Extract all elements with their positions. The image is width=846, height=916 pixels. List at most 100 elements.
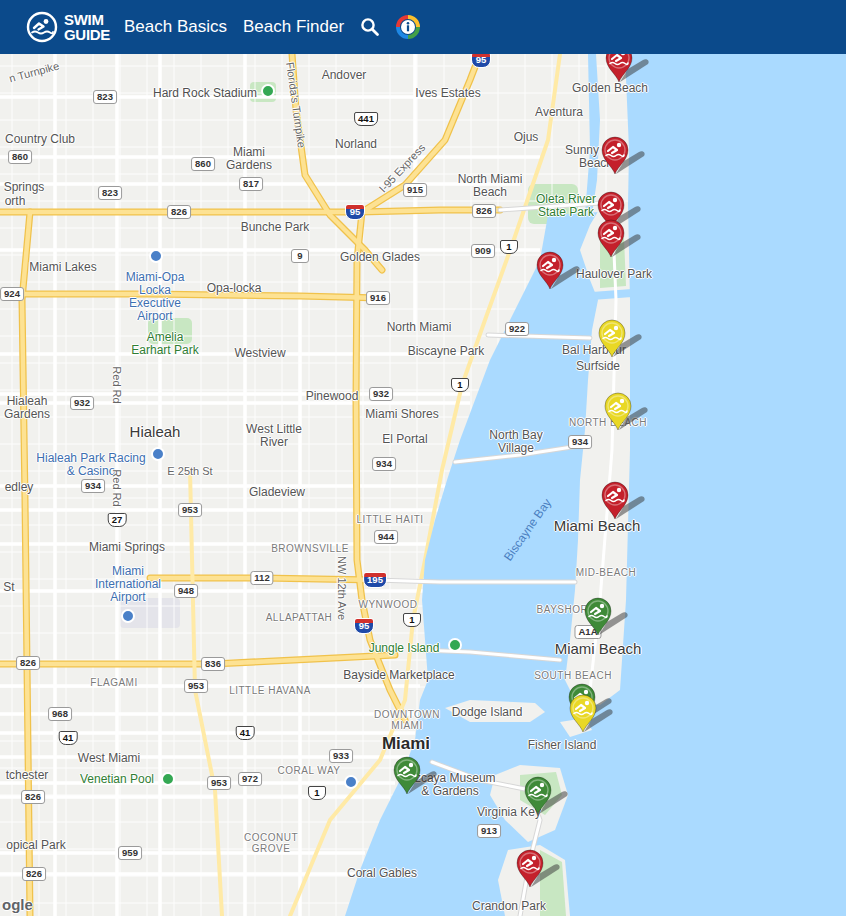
map-label: Hialeah <box>130 424 181 440</box>
map-label: Miami International Airport <box>88 565 168 604</box>
search-icon[interactable] <box>360 17 380 37</box>
map-label: WYNWOOD <box>358 599 417 610</box>
map-label: Fisher Island <box>528 739 597 752</box>
road-shield: 922 <box>505 322 529 336</box>
poi-marker-icon[interactable] <box>344 775 358 789</box>
map-label: Amelia Earhart Park <box>126 331 204 357</box>
road-shield: 948 <box>174 584 198 598</box>
beach-pin[interactable] <box>515 849 563 893</box>
road-shield: 826 <box>472 204 496 218</box>
beach-pin[interactable] <box>600 136 648 180</box>
map-label: Pinewood <box>306 390 359 403</box>
road-shield: 968 <box>48 707 72 721</box>
map-label: Coral Gables <box>347 867 417 880</box>
road-shield: 95 <box>471 54 491 68</box>
road-shield: 959 <box>118 846 142 860</box>
road-shield: 953 <box>207 776 231 790</box>
road-shield: 934 <box>81 479 105 493</box>
beach-pin[interactable] <box>535 251 583 295</box>
map-label: North Bay Village <box>483 429 549 455</box>
road-shield: 817 <box>239 177 263 191</box>
map-label: DOWNTOWN MIAMI <box>372 709 442 731</box>
poi-marker-icon[interactable] <box>149 249 163 263</box>
map-attribution: ogle <box>2 896 33 913</box>
map-label: Miami Lakes <box>29 261 96 274</box>
map-label: Norland <box>335 138 377 151</box>
road-shield: 924 <box>0 287 24 301</box>
road-shield: 9 <box>291 249 309 263</box>
map-label: LITTLE HAVANA <box>229 685 311 696</box>
road-shield: 1 <box>308 786 326 800</box>
beach-pin[interactable] <box>523 776 571 820</box>
map-label: North Miami Beach <box>450 173 530 199</box>
map-label: Jungle Island <box>369 642 440 655</box>
map-label: Virginia Key <box>477 806 541 819</box>
beach-pin[interactable] <box>604 54 652 88</box>
map-label: opical Park <box>6 839 65 852</box>
top-bar: SWIMGUIDE Beach Basics Beach Finder <box>0 0 846 54</box>
road-shield: 932 <box>70 396 94 410</box>
map-label: Ives Estates <box>415 87 480 100</box>
map-label: Red Rd <box>111 469 123 506</box>
road-shield: 41 <box>59 731 78 745</box>
road-shield: 913 <box>477 824 501 838</box>
logo[interactable]: SWIMGUIDE <box>26 11 110 43</box>
beach-map[interactable]: 9582344186086081782382695915826990919169… <box>0 54 846 916</box>
beach-pin[interactable] <box>596 219 644 263</box>
map-label: Venetian Pool <box>80 773 154 786</box>
poi-marker-icon[interactable] <box>151 447 165 461</box>
map-label: Haulover Park <box>576 268 652 281</box>
road-shield: 953 <box>184 679 208 693</box>
road-shield: 95 <box>354 618 374 634</box>
road-shield: 860 <box>191 157 215 171</box>
road-shield: 934 <box>568 435 592 449</box>
map-label: Bunche Park <box>241 221 310 234</box>
beach-pin[interactable] <box>583 597 631 641</box>
poi-marker-icon[interactable] <box>448 638 462 652</box>
road-shield: 836 <box>201 657 225 671</box>
beach-pin[interactable] <box>568 694 616 738</box>
road-shield: 916 <box>366 291 390 305</box>
road-shield: 441 <box>354 112 378 126</box>
road-shield: 195 <box>363 572 387 588</box>
map-label: ALLAPATTAH <box>266 612 333 623</box>
map-label: edley <box>5 481 34 494</box>
map-label: CORAL WAY <box>277 765 340 776</box>
map-label: FLAGAMI <box>90 677 137 688</box>
road-shield: 915 <box>403 183 427 197</box>
road-shield: 1 <box>451 378 469 392</box>
nav-link[interactable]: Beach Basics <box>124 17 227 37</box>
poi-marker-icon[interactable] <box>261 84 275 98</box>
road-shield: 933 <box>329 749 353 763</box>
poi-marker-icon[interactable] <box>121 609 135 623</box>
map-label: LITTLE HAITI <box>356 514 423 525</box>
swimmer-logo-icon <box>26 11 58 43</box>
beach-pin[interactable] <box>597 319 645 363</box>
map-label: tchester <box>6 769 49 782</box>
road-shield: 860 <box>8 150 32 164</box>
beach-pin[interactable] <box>392 756 440 800</box>
poi-marker-icon[interactable] <box>161 772 175 786</box>
swim-guide-page: SWIMGUIDEBeach BasicsBeach Finder9582344… <box>0 0 846 916</box>
road-shield: 953 <box>178 503 202 517</box>
road-shield: 1 <box>403 613 421 627</box>
map-label: MID-BEACH <box>576 567 637 578</box>
map-label: Dodge Island <box>452 706 523 719</box>
map-label: Springs <box>4 181 45 194</box>
info-legend-icon[interactable] <box>396 15 420 39</box>
map-label: BROWNSVILLE <box>271 543 349 554</box>
map-label: Surfside <box>576 360 620 373</box>
road-shield: 932 <box>369 387 393 401</box>
main-nav: Beach Basics Beach Finder <box>124 15 420 39</box>
road-shield: 112 <box>250 571 273 585</box>
beach-pin[interactable] <box>603 392 651 436</box>
map-label: St <box>3 581 14 594</box>
map-label: Red Rd <box>111 366 123 403</box>
map-label: Aventura <box>535 106 583 119</box>
road-shield: 909 <box>471 244 495 258</box>
road-shield: 826 <box>167 205 191 219</box>
road-shield: 934 <box>372 457 396 471</box>
map-label: Miami-Opa Locka Executive Airport <box>120 271 190 323</box>
beach-pin[interactable] <box>600 481 648 525</box>
nav-link[interactable]: Beach Finder <box>243 17 344 37</box>
